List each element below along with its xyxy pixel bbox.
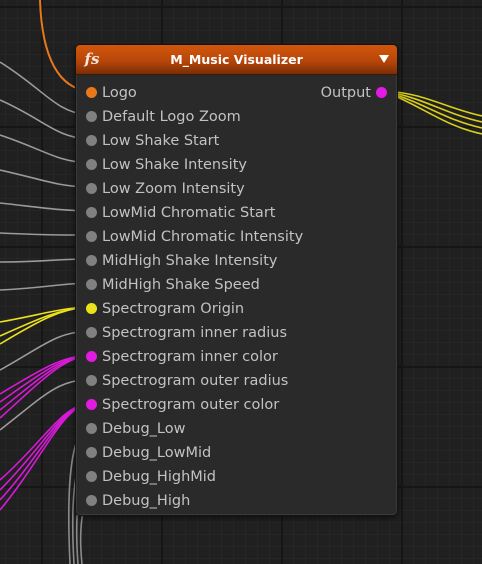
input-port[interactable]: Spectrogram inner color [76, 345, 306, 369]
input-port-dot[interactable] [86, 279, 97, 290]
output-port-dot[interactable] [376, 87, 387, 98]
input-port[interactable]: Spectrogram inner radius [76, 321, 306, 345]
input-port[interactable]: Low Shake Start [76, 129, 306, 153]
input-port-label: MidHigh Shake Intensity [102, 253, 278, 269]
input-port[interactable]: Spectrogram outer color [76, 393, 306, 417]
output-port-label: Output [320, 85, 371, 101]
input-port-label: Debug_LowMid [102, 445, 212, 461]
input-port-label: Debug_HighMid [102, 469, 217, 485]
input-port-dot[interactable] [86, 231, 97, 242]
input-port-label: MidHigh Shake Speed [102, 277, 260, 293]
input-port[interactable]: MidHigh Shake Speed [76, 273, 306, 297]
input-port[interactable]: Spectrogram Origin [76, 297, 306, 321]
input-port[interactable]: Logo [76, 81, 306, 105]
input-port-dot[interactable] [86, 255, 97, 266]
input-port-label: LowMid Chromatic Intensity [102, 229, 304, 245]
input-port-label: Low Zoom Intensity [102, 181, 245, 197]
input-port-dot[interactable] [86, 327, 97, 338]
input-port-label: Default Logo Zoom [102, 109, 241, 125]
wire-output[interactable] [383, 90, 482, 135]
input-port-dot[interactable] [86, 375, 97, 386]
input-port-label: Debug_Low [102, 421, 186, 437]
input-port-dot[interactable] [86, 471, 97, 482]
node-header[interactable]: fs M_Music Visualizer [76, 45, 397, 75]
input-port-dot[interactable] [86, 447, 97, 458]
input-port-dot[interactable] [86, 303, 97, 314]
input-port-label: Spectrogram inner color [102, 349, 278, 365]
input-port-label: Low Shake Start [102, 133, 220, 149]
input-port-dot[interactable] [86, 399, 97, 410]
input-port[interactable]: Debug_High [76, 489, 306, 513]
input-port[interactable]: MidHigh Shake Intensity [76, 249, 306, 273]
output-port[interactable]: Output [297, 81, 397, 105]
input-port[interactable]: LowMid Chromatic Start [76, 201, 306, 225]
input-port[interactable]: Debug_LowMid [76, 441, 306, 465]
fs-function-icon: fs [84, 50, 100, 68]
input-port-label: Debug_High [102, 493, 191, 509]
input-port-dot[interactable] [86, 87, 97, 98]
input-port-dot[interactable] [86, 351, 97, 362]
input-port-label: Low Shake Intensity [102, 157, 247, 173]
input-port[interactable]: LowMid Chromatic Intensity [76, 225, 306, 249]
input-port-dot[interactable] [86, 207, 97, 218]
input-port[interactable]: Low Shake Intensity [76, 153, 306, 177]
input-port-dot[interactable] [86, 135, 97, 146]
chevron-down-icon[interactable] [379, 55, 389, 63]
input-port[interactable]: Default Logo Zoom [76, 105, 306, 129]
input-port-label: LowMid Chromatic Start [102, 205, 276, 221]
input-port-dot[interactable] [86, 495, 97, 506]
input-port-dot[interactable] [86, 423, 97, 434]
input-port-dot[interactable] [86, 111, 97, 122]
node-title: M_Music Visualizer [170, 52, 303, 67]
input-port[interactable]: Debug_Low [76, 417, 306, 441]
input-port-label: Spectrogram outer color [102, 397, 280, 413]
input-port-dot[interactable] [86, 183, 97, 194]
input-port[interactable]: Debug_HighMid [76, 465, 306, 489]
input-port-dot[interactable] [86, 159, 97, 170]
input-port[interactable]: Low Zoom Intensity [76, 177, 306, 201]
input-port[interactable]: Spectrogram outer radius [76, 369, 306, 393]
input-port-label: Spectrogram inner radius [102, 325, 288, 341]
input-port-label: Logo [102, 85, 137, 101]
input-port-label: Spectrogram outer radius [102, 373, 289, 389]
input-port-label: Spectrogram Origin [102, 301, 245, 317]
music-visualizer-node[interactable]: fs M_Music Visualizer Logo Default Logo Z… [75, 44, 398, 516]
